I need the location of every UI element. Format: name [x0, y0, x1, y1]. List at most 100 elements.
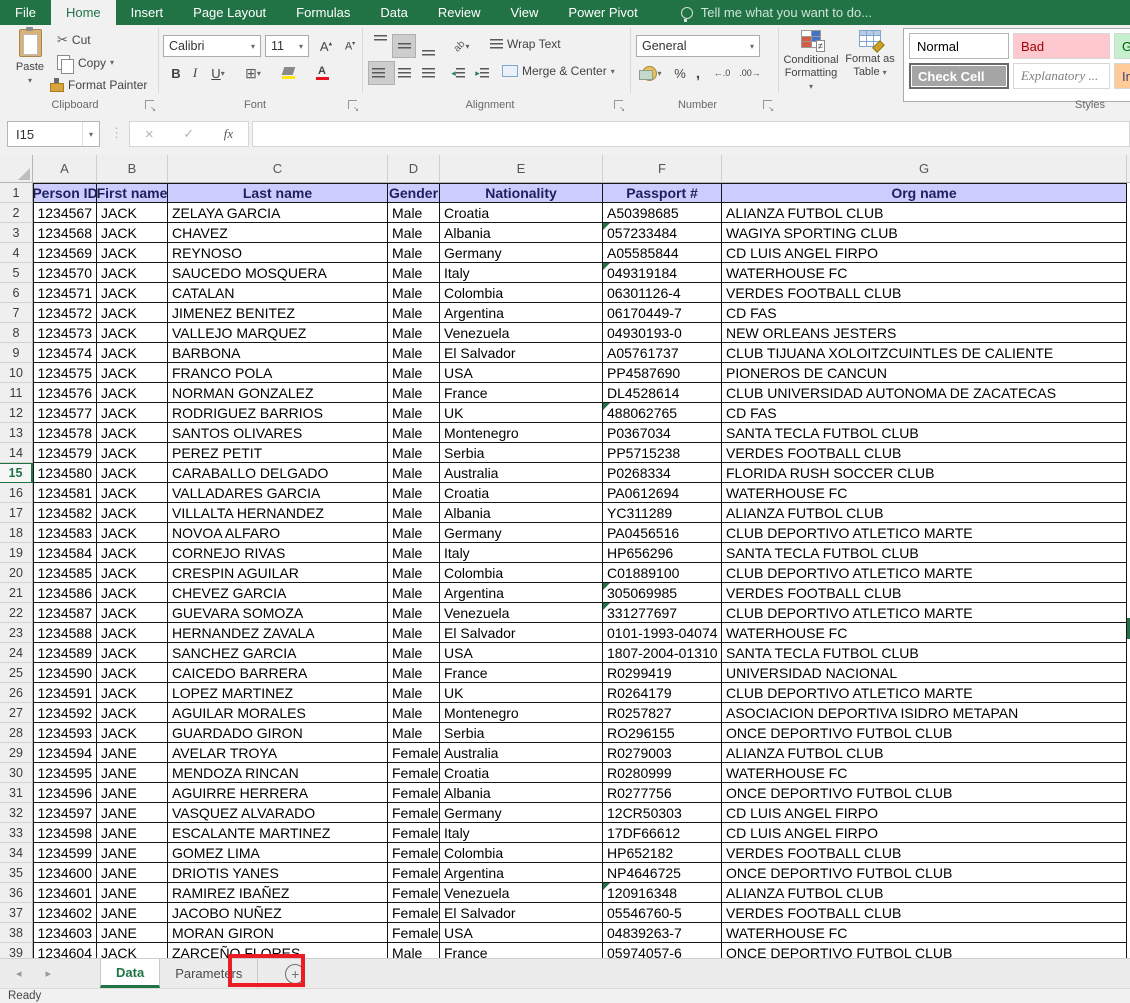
cell[interactable]: 12CR50303: [603, 803, 722, 823]
row-number[interactable]: 28: [0, 723, 33, 743]
cell[interactable]: Serbia: [440, 723, 603, 743]
cell[interactable]: PEREZ PETIT: [168, 443, 388, 463]
cell[interactable]: JACK: [97, 703, 168, 723]
cell[interactable]: 1234579: [33, 443, 97, 463]
row-number[interactable]: 3: [0, 223, 33, 243]
cell[interactable]: 1234602: [33, 903, 97, 923]
cell[interactable]: El Salvador: [440, 343, 603, 363]
cell[interactable]: CARABALLO DELGADO: [168, 463, 388, 483]
header-cell[interactable]: Org name: [722, 183, 1127, 203]
row-number[interactable]: 20: [0, 563, 33, 583]
cell[interactable]: JACK: [97, 623, 168, 643]
cell[interactable]: R0280999: [603, 763, 722, 783]
row-number[interactable]: 18: [0, 523, 33, 543]
style-good[interactable]: Good: [1114, 33, 1130, 59]
cell[interactable]: France: [440, 943, 603, 958]
cell[interactable]: 1234598: [33, 823, 97, 843]
font-dialog-launcher[interactable]: [348, 100, 357, 109]
cell[interactable]: Female: [388, 743, 440, 763]
cell[interactable]: 057233484: [603, 223, 722, 243]
number-format-combo[interactable]: General ▾: [636, 35, 760, 57]
column-header-F[interactable]: F: [603, 155, 722, 183]
cell[interactable]: ALIANZA FUTBOL CLUB: [722, 743, 1127, 763]
cell[interactable]: 1234575: [33, 363, 97, 383]
cell[interactable]: Male: [388, 523, 440, 543]
cell[interactable]: CD LUIS ANGEL FIRPO: [722, 823, 1127, 843]
cell[interactable]: 1234578: [33, 423, 97, 443]
decrease-decimal-button[interactable]: .00→: [736, 61, 764, 85]
cell[interactable]: WATERHOUSE FC: [722, 483, 1127, 503]
cell[interactable]: USA: [440, 363, 603, 383]
cell[interactable]: Male: [388, 323, 440, 343]
cell[interactable]: SANTA TECLA FUTBOL CLUB: [722, 423, 1127, 443]
cell[interactable]: 1234601: [33, 883, 97, 903]
cell[interactable]: Male: [388, 423, 440, 443]
cell[interactable]: AVELAR TROYA: [168, 743, 388, 763]
ribbon-tab-home[interactable]: Home: [51, 0, 116, 25]
cell[interactable]: Male: [388, 223, 440, 243]
cell[interactable]: ONCE DEPORTIVO FUTBOL CLUB: [722, 943, 1127, 958]
decrease-indent-button[interactable]: ◂: [446, 61, 470, 85]
cell[interactable]: CORNEJO RIVAS: [168, 543, 388, 563]
cell[interactable]: Male: [388, 303, 440, 323]
cell[interactable]: 1234587: [33, 603, 97, 623]
cell[interactable]: Croatia: [440, 203, 603, 223]
cell[interactable]: SANTA TECLA FUTBOL CLUB: [722, 543, 1127, 563]
cell[interactable]: Female: [388, 823, 440, 843]
cell[interactable]: CAICEDO BARRERA: [168, 663, 388, 683]
cell[interactable]: Male: [388, 343, 440, 363]
column-header-G[interactable]: G: [722, 155, 1127, 183]
cell[interactable]: Montenegro: [440, 423, 603, 443]
cell[interactable]: 1234580: [33, 463, 97, 483]
cell[interactable]: Female: [388, 903, 440, 923]
row-number[interactable]: 10: [0, 363, 33, 383]
cell[interactable]: 1234570: [33, 263, 97, 283]
cell[interactable]: Female: [388, 783, 440, 803]
cell[interactable]: Female: [388, 803, 440, 823]
cell[interactable]: Argentina: [440, 583, 603, 603]
cell[interactable]: Male: [388, 383, 440, 403]
row-number[interactable]: 9: [0, 343, 33, 363]
cell[interactable]: VASQUEZ ALVARADO: [168, 803, 388, 823]
cell[interactable]: NOVOA ALFARO: [168, 523, 388, 543]
cell[interactable]: JANE: [97, 863, 168, 883]
cell[interactable]: VILLALTA HERNANDEZ: [168, 503, 388, 523]
cell[interactable]: DRIOTIS YANES: [168, 863, 388, 883]
row-number[interactable]: 4: [0, 243, 33, 263]
format-painter-button[interactable]: Format Painter: [50, 78, 147, 92]
cell[interactable]: ALIANZA FUTBOL CLUB: [722, 203, 1127, 223]
top-align-button[interactable]: [368, 34, 392, 58]
cell[interactable]: NORMAN GONZALEZ: [168, 383, 388, 403]
align-right-button[interactable]: [416, 61, 440, 85]
header-cell[interactable]: Person ID: [33, 183, 97, 203]
cell[interactable]: RODRIGUEZ BARRIOS: [168, 403, 388, 423]
style-bad[interactable]: Bad: [1013, 33, 1110, 59]
cell[interactable]: CLUB TIJUANA XOLOITZCUINTLES DE CALIENTE: [722, 343, 1127, 363]
cell[interactable]: 120916348: [603, 883, 722, 903]
cell[interactable]: CD FAS: [722, 303, 1127, 323]
alignment-dialog-launcher[interactable]: [614, 100, 623, 109]
row-number[interactable]: 26: [0, 683, 33, 703]
select-all-corner[interactable]: [0, 155, 33, 183]
ribbon-tab-formulas[interactable]: Formulas: [281, 0, 365, 25]
cell[interactable]: 1234569: [33, 243, 97, 263]
cell[interactable]: JANE: [97, 923, 168, 943]
cell[interactable]: Female: [388, 883, 440, 903]
cell[interactable]: 1234567: [33, 203, 97, 223]
column-header-A[interactable]: A: [33, 155, 97, 183]
style-check-cell[interactable]: Check Cell: [909, 63, 1009, 89]
header-cell[interactable]: Gender: [388, 183, 440, 203]
row-number[interactable]: 11: [0, 383, 33, 403]
cell[interactable]: France: [440, 663, 603, 683]
copy-button[interactable]: Copy ▾: [57, 55, 114, 70]
row-number[interactable]: 25: [0, 663, 33, 683]
cell[interactable]: 1234596: [33, 783, 97, 803]
cell[interactable]: CLUB UNIVERSIDAD AUTONOMA DE ZACATECAS: [722, 383, 1127, 403]
cell[interactable]: 1234588: [33, 623, 97, 643]
cell[interactable]: 1234577: [33, 403, 97, 423]
cell[interactable]: CHAVEZ: [168, 223, 388, 243]
cell[interactable]: Montenegro: [440, 703, 603, 723]
cell[interactable]: R0299419: [603, 663, 722, 683]
cell[interactable]: SANTOS OLIVARES: [168, 423, 388, 443]
ribbon-tab-data[interactable]: Data: [365, 0, 422, 25]
